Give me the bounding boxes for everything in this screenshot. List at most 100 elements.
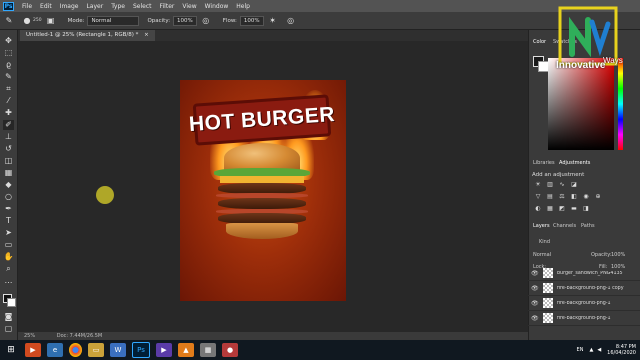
- brightness-contrast-icon[interactable]: ☀: [534, 181, 542, 188]
- more-tools-icon[interactable]: …: [3, 276, 14, 286]
- hand-tool-icon[interactable]: ✋: [3, 252, 14, 262]
- type-tool-icon[interactable]: T: [3, 216, 14, 226]
- eraser-tool-icon[interactable]: ◫: [3, 156, 14, 166]
- selective-color-icon[interactable]: ◨: [582, 205, 590, 212]
- menu-filter[interactable]: Filter: [156, 3, 179, 10]
- menu-image[interactable]: Image: [56, 3, 83, 10]
- channel-mixer-icon[interactable]: ⊕: [594, 193, 602, 200]
- pen-tool-icon[interactable]: ✒: [3, 204, 14, 214]
- layer-row[interactable]: 👁 burger_sandwich_PNG4135: [528, 266, 640, 281]
- flow-input[interactable]: 100%: [239, 15, 264, 26]
- invert-icon[interactable]: ◐: [534, 205, 542, 212]
- brush-preset-icon[interactable]: ●: [22, 16, 32, 26]
- document-artwork[interactable]: HOT BURGER: [180, 80, 346, 301]
- video-editor-icon[interactable]: ▶: [156, 343, 172, 357]
- layer-row[interactable]: 👁 fire-background-png-1: [528, 311, 640, 326]
- tab-adjustments[interactable]: Adjustments: [559, 160, 590, 166]
- gradient-map-icon[interactable]: ▬: [570, 205, 578, 212]
- menu-select[interactable]: Select: [129, 3, 156, 10]
- zoom-tool-icon[interactable]: ⌕: [3, 264, 14, 274]
- menu-type[interactable]: Type: [107, 3, 129, 10]
- menu-view[interactable]: View: [178, 3, 200, 10]
- curves-icon[interactable]: ∿: [558, 181, 566, 188]
- background-color-swatch[interactable]: [7, 298, 16, 307]
- visibility-eye-icon[interactable]: 👁: [531, 270, 539, 277]
- eyedropper-tool-icon[interactable]: ⁄: [3, 96, 14, 106]
- photoshop-logo-icon[interactable]: Ps: [3, 1, 14, 11]
- exposure-icon[interactable]: ◪: [570, 181, 578, 188]
- explorer-icon[interactable]: e: [47, 343, 63, 357]
- visibility-eye-icon[interactable]: 👁: [531, 300, 539, 307]
- lasso-tool-icon[interactable]: ϱ: [3, 60, 14, 70]
- recorder-icon[interactable]: ●: [222, 343, 238, 357]
- layer-blend-mode[interactable]: Normal: [533, 252, 551, 258]
- windows-start-icon[interactable]: ⊞: [3, 343, 19, 357]
- brush-panel-icon[interactable]: ▣: [46, 16, 56, 26]
- visibility-eye-icon[interactable]: 👁: [531, 285, 539, 292]
- cursor-highlight: [96, 186, 114, 204]
- opacity-input[interactable]: 100%: [173, 15, 197, 26]
- layer-row[interactable]: 👁 fire-background-png-1 copy: [528, 281, 640, 296]
- layer-kind-filter[interactable]: Kind: [539, 239, 550, 245]
- menu-window[interactable]: Window: [201, 3, 233, 10]
- volume-icon[interactable]: ◀: [597, 347, 601, 353]
- hue-saturation-icon[interactable]: ▤: [546, 193, 554, 200]
- levels-icon[interactable]: ▥: [546, 181, 554, 188]
- quick-mask-icon[interactable]: ◙: [3, 312, 14, 322]
- mode-select[interactable]: Normal: [87, 15, 140, 26]
- marquee-tool-icon[interactable]: ⬚: [3, 48, 14, 58]
- posterize-icon[interactable]: ▦: [546, 205, 554, 212]
- threshold-icon[interactable]: ◩: [558, 205, 566, 212]
- zoom-level[interactable]: 25%: [24, 333, 35, 339]
- media-player-icon[interactable]: ▶: [25, 343, 41, 357]
- menu-file[interactable]: File: [18, 3, 36, 10]
- pressure-size-icon[interactable]: ◎: [286, 16, 296, 26]
- brush-tool-active-icon[interactable]: ✐: [3, 120, 14, 130]
- move-tool-icon[interactable]: ✥: [3, 36, 14, 46]
- quick-select-tool-icon[interactable]: ✎: [3, 72, 14, 82]
- document-tab-title: Untitled-1 @ 25% (Rectangle 1, RGB/8) *: [26, 32, 139, 38]
- dodge-tool-icon[interactable]: ○: [3, 192, 14, 202]
- file-explorer-icon[interactable]: ▭: [88, 343, 104, 357]
- airbrush-icon[interactable]: ✶: [268, 16, 278, 26]
- tab-layers[interactable]: Layers: [533, 223, 550, 229]
- blur-tool-icon[interactable]: ◆: [3, 180, 14, 190]
- word-icon[interactable]: W: [110, 343, 126, 357]
- menu-help[interactable]: Help: [232, 3, 254, 10]
- clone-stamp-tool-icon[interactable]: ⊥: [3, 132, 14, 142]
- tab-libraries[interactable]: Libraries: [533, 160, 555, 166]
- pressure-opacity-icon[interactable]: ◎: [201, 16, 211, 26]
- shape-tool-icon[interactable]: ▭: [3, 240, 14, 250]
- brush-tool-icon[interactable]: ✎: [4, 16, 14, 26]
- layer-opacity-value[interactable]: 100%: [611, 252, 625, 258]
- close-tab-icon[interactable]: ×: [144, 32, 149, 38]
- crop-tool-icon[interactable]: ⌗: [3, 84, 14, 94]
- visibility-eye-icon[interactable]: 👁: [531, 315, 539, 322]
- language-indicator[interactable]: EN: [577, 347, 584, 353]
- system-clock[interactable]: 8:47 PM 16/04/2020: [607, 344, 636, 356]
- document-tab[interactable]: Untitled-1 @ 25% (Rectangle 1, RGB/8) * …: [20, 30, 155, 41]
- windows-taskbar: ⊞ ▶ e ▭ W Ps ▶ ▲ ▦ ● EN ▲ ◀ 8:47 PM 16/0…: [0, 340, 640, 360]
- path-select-tool-icon[interactable]: ➤: [3, 228, 14, 238]
- vibrance-icon[interactable]: ▽: [534, 193, 542, 200]
- color-balance-icon[interactable]: ⚖: [558, 193, 566, 200]
- burger-patty: [218, 198, 306, 209]
- layer-row[interactable]: 👁 fire-background-png-1: [528, 296, 640, 311]
- history-brush-tool-icon[interactable]: ↺: [3, 144, 14, 154]
- black-white-icon[interactable]: ◧: [570, 193, 578, 200]
- gradient-tool-icon[interactable]: ▦: [3, 168, 14, 178]
- photo-filter-icon[interactable]: ◉: [582, 193, 590, 200]
- innovative-ways-logo: Innovative Ways: [540, 4, 632, 76]
- app-icon[interactable]: ▦: [200, 343, 216, 357]
- tab-paths[interactable]: Paths: [581, 223, 595, 229]
- healing-brush-tool-icon[interactable]: ✚: [3, 108, 14, 118]
- logo-line1: Innovative: [556, 60, 606, 71]
- chrome-icon[interactable]: [69, 343, 82, 357]
- screen-mode-icon[interactable]: ▢: [3, 324, 14, 334]
- vlc-icon[interactable]: ▲: [178, 343, 194, 357]
- menu-edit[interactable]: Edit: [36, 3, 56, 10]
- network-icon[interactable]: ▲: [589, 347, 593, 353]
- photoshop-taskbar-icon[interactable]: Ps: [132, 342, 150, 358]
- menu-layer[interactable]: Layer: [82, 3, 107, 10]
- tab-channels[interactable]: Channels: [553, 223, 576, 229]
